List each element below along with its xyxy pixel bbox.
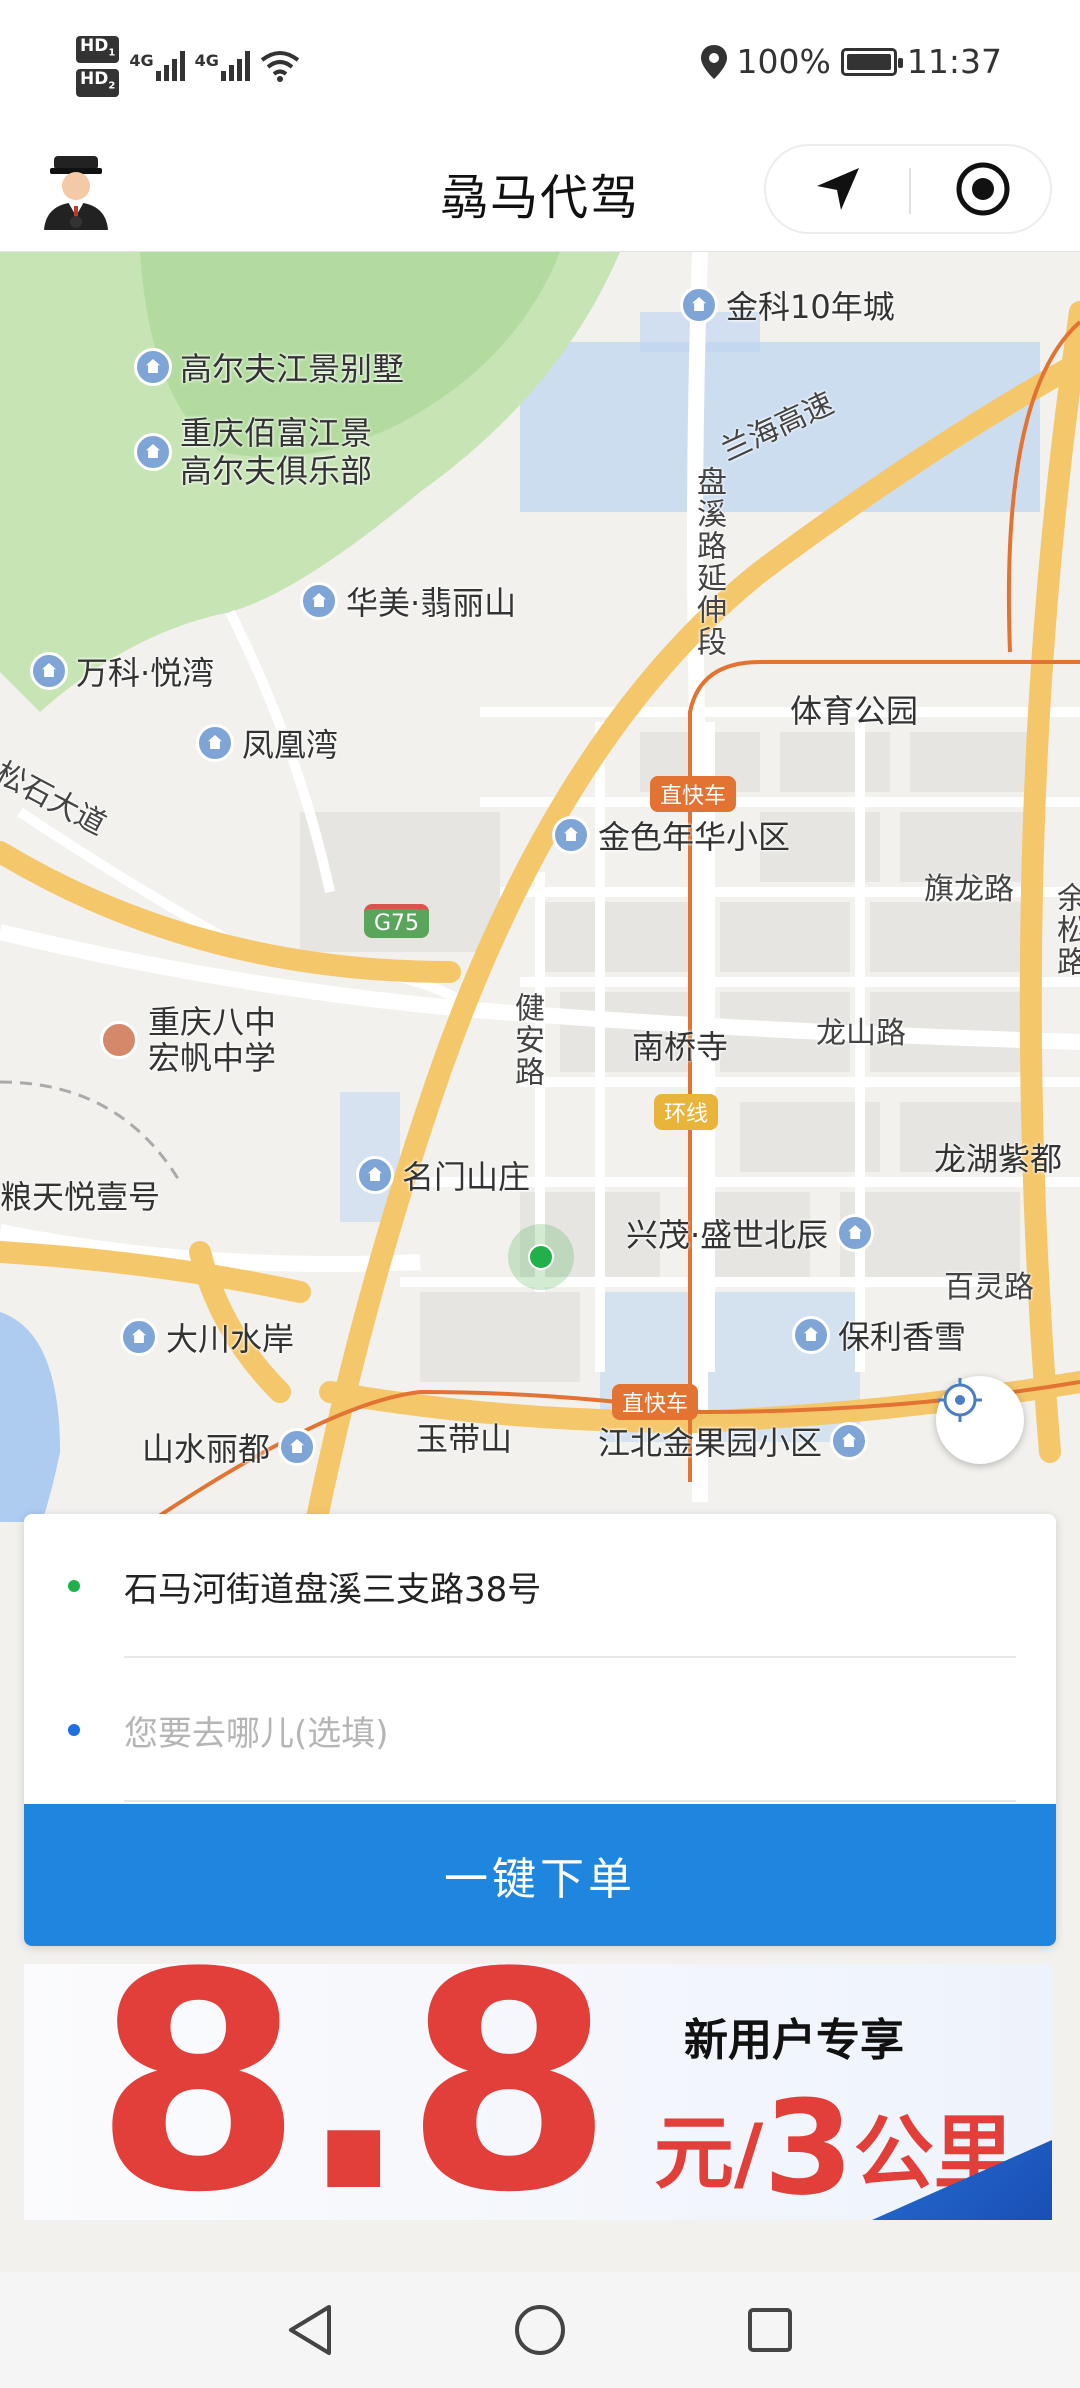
poi-jinke[interactable]: 金科10年城 bbox=[680, 282, 895, 328]
pickup-dot-icon bbox=[68, 1580, 80, 1592]
crosshair-icon bbox=[938, 1378, 982, 1422]
place-tiyu-park: 体育公园 bbox=[790, 692, 919, 730]
signal-1: 4G bbox=[129, 51, 185, 82]
poi-baoli[interactable]: 保利香雪 bbox=[792, 1312, 966, 1358]
battery-percent: 100% bbox=[736, 42, 831, 81]
destination-row[interactable]: 您要去哪儿(选填) bbox=[24, 1658, 1056, 1802]
divider bbox=[124, 1800, 1016, 1802]
promo-banner[interactable]: 8.8 新用户专享 元/3公里 bbox=[24, 1964, 1052, 2220]
status-bar: HD1 HD2 4G 4G 100% 11:37 bbox=[0, 0, 1080, 130]
home-pin-icon bbox=[836, 1214, 875, 1252]
place-liangtian: 粮天悦壹号 bbox=[0, 1178, 161, 1216]
road-bailing: 百灵路 bbox=[944, 1270, 1034, 1305]
home-circle-icon bbox=[515, 2305, 565, 2355]
place-nanqiaosi: 南桥寺 bbox=[632, 1028, 729, 1066]
hd1-badge: HD1 bbox=[76, 36, 120, 64]
hd2-badge: HD2 bbox=[76, 69, 120, 97]
pickup-row[interactable]: 石马河街道盘溪三支路38号 bbox=[24, 1514, 1056, 1658]
home-pin-icon bbox=[278, 1428, 317, 1466]
pickup-address[interactable]: 石马河街道盘溪三支路38号 bbox=[124, 1562, 541, 1611]
current-location-marker bbox=[508, 1224, 574, 1290]
home-pin-icon bbox=[196, 724, 234, 762]
battery-icon bbox=[840, 47, 903, 76]
home-pin-icon bbox=[680, 286, 718, 324]
home-button[interactable] bbox=[510, 2300, 570, 2360]
promo-price-number: 8.8 bbox=[94, 1964, 613, 2220]
ring-line-badge: 环线 bbox=[654, 1094, 719, 1130]
poi-shanshui[interactable]: 山水丽都 bbox=[142, 1424, 317, 1470]
home-pin-icon bbox=[300, 582, 338, 620]
recents-button[interactable] bbox=[740, 2300, 800, 2360]
poi-dachuan[interactable]: 大川水岸 bbox=[120, 1314, 294, 1360]
back-button[interactable] bbox=[280, 2300, 340, 2360]
golf-pin-icon bbox=[134, 433, 172, 471]
home-pin-icon bbox=[30, 652, 68, 690]
one-click-order-button[interactable]: 一键下单 bbox=[24, 1804, 1056, 1946]
poi-jinguoyuan[interactable]: 江北金果园小区 bbox=[598, 1418, 869, 1464]
place-yudaishan: 玉带山 bbox=[416, 1420, 513, 1458]
poi-xingmao[interactable]: 兴茂·盛世北辰 bbox=[626, 1210, 875, 1256]
place-bazhong: 重庆八中 宏帆中学 bbox=[100, 1004, 276, 1076]
home-pin-icon bbox=[120, 1318, 158, 1356]
brt-badge: 直快车 bbox=[612, 1384, 699, 1420]
clock: 11:37 bbox=[906, 42, 1002, 81]
poi-jinse[interactable]: 金色年华小区 bbox=[552, 812, 790, 858]
home-pin-icon bbox=[792, 1316, 830, 1354]
road-jianan: 健安路 bbox=[509, 992, 544, 1088]
brt-badge: 直快车 bbox=[650, 776, 737, 812]
road-qilong: 旗龙路 bbox=[924, 872, 1014, 907]
hotel-pin-icon bbox=[134, 348, 172, 386]
poi-vanke[interactable]: 万科·悦湾 bbox=[30, 648, 214, 694]
status-left: HD1 HD2 4G 4G bbox=[76, 36, 300, 97]
recents-square-icon bbox=[748, 2308, 792, 2352]
hd-indicators: HD1 HD2 bbox=[76, 36, 120, 97]
destination-dot-icon bbox=[68, 1724, 80, 1736]
system-navbar bbox=[0, 2272, 1080, 2388]
promo-tag: 新用户专享 bbox=[684, 2015, 904, 2066]
poi-fenghuang[interactable]: 凤凰湾 bbox=[196, 720, 338, 766]
recenter-location-button[interactable] bbox=[936, 1376, 1024, 1464]
navigation-arrow-icon bbox=[816, 168, 859, 210]
road-panxi: 盘溪路延伸段 bbox=[691, 466, 726, 658]
location-pin-icon bbox=[700, 44, 727, 79]
poi-golf-club[interactable]: 重庆佰富江景 高尔夫俱乐部 bbox=[134, 414, 372, 490]
destination-input[interactable]: 您要去哪儿(选填) bbox=[124, 1706, 389, 1755]
back-triangle-icon bbox=[289, 2305, 331, 2355]
signal-bars-icon bbox=[155, 51, 185, 82]
home-pin-icon bbox=[552, 816, 590, 854]
home-pin-icon bbox=[830, 1422, 869, 1460]
school-pin-icon bbox=[100, 1021, 138, 1059]
wifi-icon bbox=[260, 51, 300, 83]
place-longhu: 龙湖紫都 bbox=[934, 1140, 1063, 1178]
close-target-button[interactable] bbox=[911, 146, 1054, 232]
mini-program-capsule bbox=[764, 144, 1052, 234]
order-card: 石马河街道盘溪三支路38号 您要去哪儿(选填) 一键下单 bbox=[24, 1514, 1056, 1946]
g75-shield: G75 bbox=[364, 904, 430, 938]
poi-golf-villa[interactable]: 高尔夫江景别墅 bbox=[134, 344, 404, 390]
road-yusong: 余松路 bbox=[1051, 882, 1080, 978]
home-pin-icon bbox=[356, 1156, 394, 1194]
signal-bars-icon bbox=[220, 51, 250, 82]
app-header: 骉马代驾 bbox=[0, 130, 1080, 252]
status-right: 100% 11:37 bbox=[700, 42, 1002, 81]
signal-2: 4G bbox=[195, 51, 250, 82]
poi-huamei[interactable]: 华美·翡丽山 bbox=[300, 578, 516, 624]
navigation-button[interactable] bbox=[766, 146, 909, 232]
poi-mingmen[interactable]: 名门山庄 bbox=[356, 1152, 530, 1198]
record-target-icon bbox=[956, 162, 1009, 216]
road-longshan: 龙山路 bbox=[816, 1016, 906, 1051]
